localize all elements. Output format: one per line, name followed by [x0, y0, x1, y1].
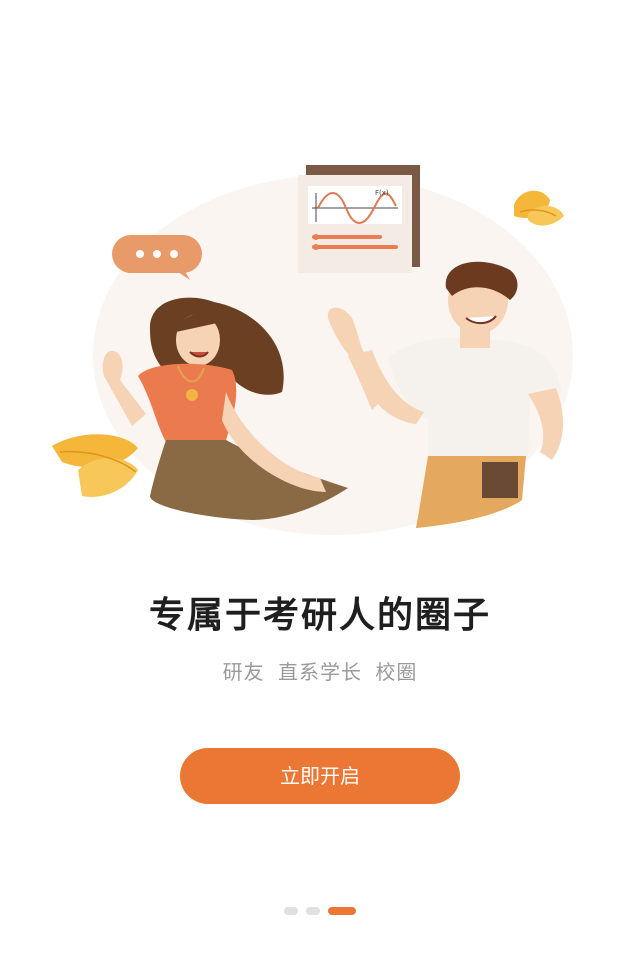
- start-now-button[interactable]: 立即开启: [180, 748, 460, 804]
- page-dot-3-active[interactable]: [328, 907, 356, 915]
- onboarding-illustration: F(x): [52, 165, 573, 535]
- leaf-icon: [52, 434, 138, 497]
- onboarding-subtitle: 研友 直系学长 校圈: [222, 660, 418, 684]
- chart-card-icon: F(x): [298, 165, 420, 273]
- onboarding-headline: 专属于考研人的圈子: [148, 595, 491, 636]
- page-indicator: [0, 907, 640, 915]
- page-dot-2[interactable]: [306, 907, 320, 915]
- leaf-icon: [514, 190, 564, 226]
- page-dot-1[interactable]: [284, 907, 298, 915]
- onboarding-screen: F(x) 专属于考研人的圈子 研友 直系学长 校圈 立即开启: [0, 0, 640, 960]
- chart-card-label: F(x): [375, 189, 389, 197]
